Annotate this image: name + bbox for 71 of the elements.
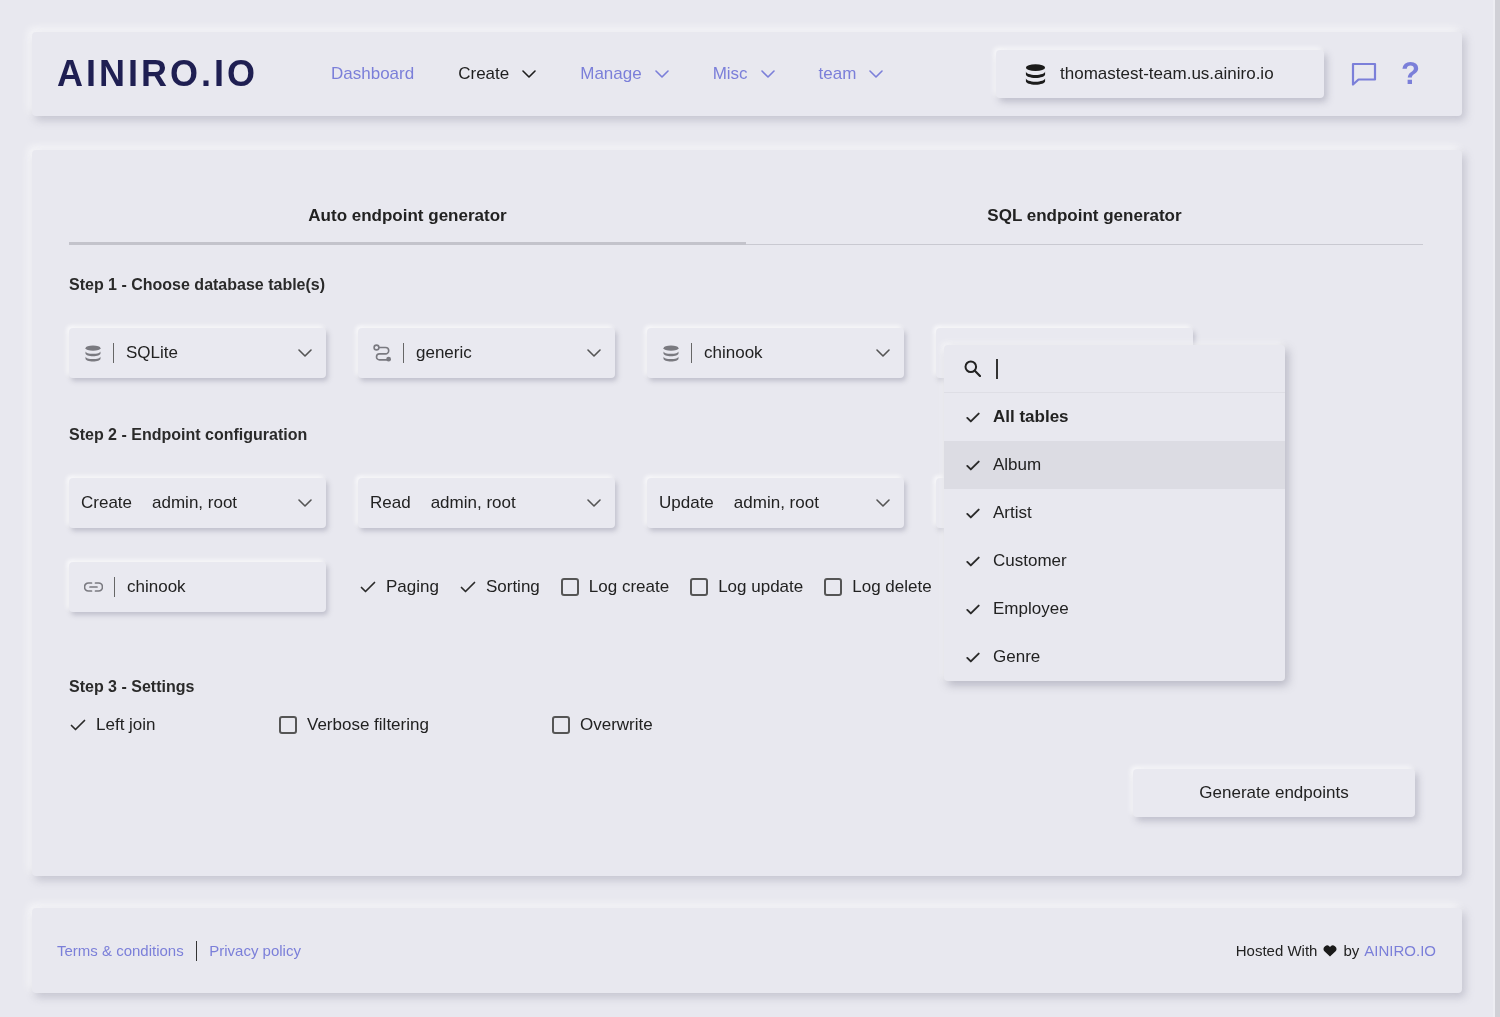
- check-icon[interactable]: [966, 507, 980, 519]
- chevron-icon: [869, 70, 884, 78]
- route-icon: [373, 344, 392, 362]
- chevron-icon: [587, 349, 601, 357]
- chevron-icon: [298, 499, 312, 507]
- option-label: Sorting: [485, 576, 540, 598]
- roles-value: admin, root: [733, 492, 819, 514]
- scrollbar[interactable]: [1493, 0, 1500, 1017]
- option-label: Log update: [718, 576, 804, 598]
- checkbox[interactable]: [824, 578, 843, 596]
- chevron-icon: [587, 499, 601, 507]
- search-icon: [964, 360, 981, 377]
- heart-icon: [1323, 944, 1338, 957]
- footer-text: Hosted With: [1235, 940, 1318, 961]
- tab[interactable]: Auto endpoint generator: [69, 190, 746, 245]
- check-icon[interactable]: [966, 459, 980, 471]
- chevron-icon: [522, 70, 537, 78]
- select-field[interactable]: Read admin, root: [358, 478, 615, 528]
- section-heading: Step 3 - Settings: [69, 677, 196, 697]
- option-label: Verbose filtering: [307, 714, 429, 736]
- select-field[interactable]: Update admin, root: [647, 478, 904, 528]
- checkbox-tick[interactable]: [70, 719, 86, 731]
- check-icon[interactable]: [966, 651, 980, 663]
- roles-value: admin, root: [430, 492, 516, 514]
- select-field[interactable]: SQLite: [69, 328, 326, 378]
- database-icon: [1024, 63, 1048, 85]
- checkbox[interactable]: [552, 716, 570, 734]
- chevron-icon: [876, 349, 890, 357]
- generate-button[interactable]: Generate endpoints: [1133, 769, 1415, 817]
- database-icon: [84, 344, 102, 362]
- menu-item[interactable]: All tables: [944, 393, 1285, 441]
- checkbox-tick[interactable]: [360, 581, 376, 593]
- menu-item[interactable]: Employee: [944, 585, 1285, 633]
- host-button[interactable]: thomastest-team.us.ainiro.io: [996, 50, 1325, 98]
- chevron-icon: [298, 349, 312, 357]
- checkbox[interactable]: [690, 578, 709, 596]
- database-icon: [662, 344, 680, 362]
- link-icon: [84, 582, 103, 592]
- permission-label: Create: [81, 492, 133, 514]
- menu-item[interactable]: Album: [944, 441, 1285, 489]
- option-label: Log create: [588, 576, 670, 598]
- logo: AINIRO.IO: [57, 56, 258, 92]
- chat-icon[interactable]: [1351, 62, 1378, 86]
- nav-link[interactable]: Create: [458, 62, 537, 86]
- option-label: Overwrite: [580, 714, 653, 736]
- tab[interactable]: SQL endpoint generator: [746, 190, 1423, 245]
- menu-item[interactable]: Artist: [944, 489, 1285, 537]
- footer-text: by: [1343, 940, 1360, 961]
- permission-label: Read: [370, 492, 411, 514]
- checkbox[interactable]: [279, 716, 297, 734]
- option-label: Log delete: [852, 576, 932, 598]
- checkbox-tick[interactable]: [459, 581, 476, 593]
- select-field[interactable]: chinook: [647, 328, 904, 378]
- section-heading: Step 1 - Choose database table(s): [69, 275, 327, 295]
- select-field[interactable]: Create admin, root: [69, 478, 326, 528]
- menu-item[interactable]: Customer: [944, 537, 1285, 585]
- check-icon[interactable]: [966, 603, 980, 615]
- chevron-icon: [654, 70, 669, 78]
- chevron-icon: [760, 70, 775, 78]
- roles-value: admin, root: [152, 492, 238, 514]
- option-label: Paging: [386, 576, 439, 598]
- section-heading: Step 2 - Endpoint configuration: [69, 425, 309, 445]
- option-label: Left join: [96, 714, 156, 736]
- menu-item[interactable]: Genre: [944, 633, 1285, 681]
- permission-label: Update: [659, 492, 714, 514]
- input-field[interactable]: chinook: [69, 562, 326, 612]
- check-icon[interactable]: [966, 411, 980, 423]
- checkbox[interactable]: [560, 578, 579, 596]
- check-icon[interactable]: [966, 555, 980, 567]
- chevron-icon: [876, 499, 890, 507]
- select-field[interactable]: generic: [358, 328, 615, 378]
